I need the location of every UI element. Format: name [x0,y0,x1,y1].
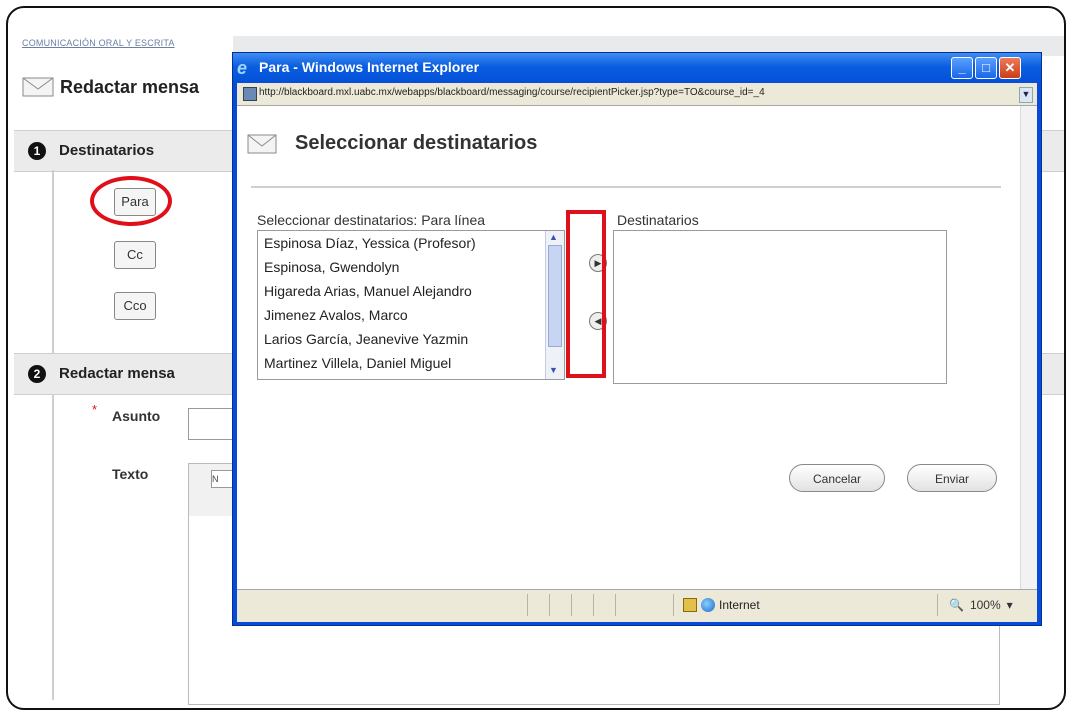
step-number-1: 1 [28,142,46,160]
required-marker: * [92,402,98,417]
step-number-2: 2 [28,365,46,383]
screenshot-frame: COMUNICACIÓN ORAL Y ESCRITA Redactar men… [6,6,1066,710]
close-button[interactable]: ✕ [999,57,1021,79]
cancel-button[interactable]: Cancelar [789,464,885,492]
divider [251,186,1001,188]
page-title: Redactar mensa [60,76,200,97]
envelope-icon [22,77,54,97]
candidates-label: Seleccionar destinatarios: Para línea [257,212,486,228]
zoom-control[interactable]: 🔍 100% ▾ [949,598,1013,612]
page-title-area: Redactar mensa [22,76,199,98]
list-item[interactable]: Higareda Arias, Manuel Alejandro [264,283,472,299]
list-item[interactable]: Jimenez Avalos, Marco [264,307,408,323]
address-url[interactable]: http://blackboard.mxl.uabc.mx/webapps/bl… [259,87,1019,98]
status-divider [673,594,674,616]
status-divider [593,594,594,616]
page-scrollbar[interactable] [1020,106,1037,589]
protected-mode-icon [683,598,697,612]
popup-content: Seleccionar destinatarios Seleccionar de… [237,106,1037,589]
recipients-list[interactable] [613,230,947,384]
zoom-icon: 🔍 [949,598,964,612]
cco-button[interactable]: Cco [114,292,156,320]
section-label-redactar: Redactar mensa [59,365,175,382]
dialog-header: Seleccionar destinatarios [247,132,537,155]
ie-logo-icon: e [237,58,248,78]
status-divider [937,594,938,616]
recipients-label: Destinatarios [617,212,699,228]
address-bar[interactable]: http://blackboard.mxl.uabc.mx/webapps/bl… [237,83,1037,106]
scroll-up-icon[interactable]: ▲ [549,232,558,242]
chevron-down-icon[interactable]: ▾ [1007,598,1013,612]
status-divider [571,594,572,616]
asunto-label: Asunto [112,408,161,424]
candidates-list[interactable]: Espinosa Díaz, Yessica (Profesor) Espino… [257,230,565,380]
scroll-down-icon[interactable]: ▼ [549,365,558,375]
highlight-rectangle [566,210,606,378]
window-title: Para - Windows Internet Explorer [259,59,480,75]
page-icon [243,87,257,101]
ie-popup-window: e Para - Windows Internet Explorer _ □ ✕… [232,52,1042,626]
maximize-button[interactable]: □ [975,57,997,79]
send-button[interactable]: Enviar [907,464,997,492]
dialog-title: Seleccionar destinatarios [295,132,538,154]
section-guide-line [52,170,54,700]
status-divider [549,594,550,616]
security-zone[interactable]: Internet [683,598,760,612]
breadcrumb[interactable]: COMUNICACIÓN ORAL Y ESCRITA [22,38,175,48]
scroll-thumb[interactable] [548,245,562,347]
list-item[interactable]: Espinosa Díaz, Yessica (Profesor) [264,235,476,251]
section-label-destinatarios: Destinatarios [59,142,155,159]
list-item[interactable]: Larios García, Jeanevive Yazmin [264,331,468,347]
envelope-icon [247,134,277,153]
status-divider [615,594,616,616]
status-bar: Internet 🔍 100% ▾ [237,589,1037,622]
cc-button[interactable]: Cc [114,241,156,269]
zoom-level: 100% [969,598,1001,612]
list-scrollbar[interactable]: ▲ ▼ [545,231,564,379]
chevron-down-icon[interactable]: ▼ [1019,87,1033,103]
highlight-oval [90,176,172,226]
window-title-bar[interactable]: e Para - Windows Internet Explorer _ □ ✕ [233,53,1041,83]
texto-label: Texto [112,466,149,482]
status-divider [527,594,528,616]
globe-icon [701,598,715,612]
list-item[interactable]: Espinosa, Gwendolyn [264,259,399,275]
list-item[interactable]: Martinez Villela, Daniel Miguel [264,355,451,371]
minimize-button[interactable]: _ [951,57,973,79]
zone-label: Internet [719,598,760,612]
